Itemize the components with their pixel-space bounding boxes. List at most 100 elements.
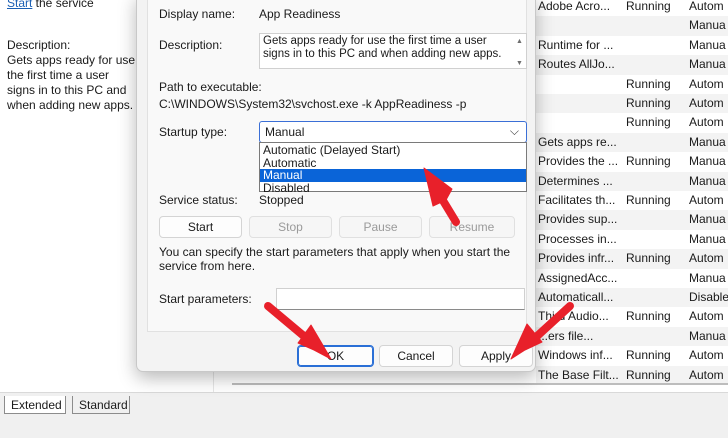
tab-extended[interactable]: Extended bbox=[4, 396, 66, 414]
chevron-down-icon[interactable]: ⌵ bbox=[510, 124, 519, 139]
service-status-cell: Running bbox=[626, 0, 671, 13]
service-startup-cell: Autom bbox=[689, 76, 724, 91]
service-status-cell: Running bbox=[626, 154, 671, 169]
service-status-cell: Running bbox=[626, 348, 671, 363]
start-parameters-note: You can specify the start parameters tha… bbox=[159, 245, 511, 273]
service-name-cell: ...ers file... bbox=[538, 328, 594, 343]
description-scrollbar[interactable]: ▲ ▼ bbox=[515, 35, 525, 67]
stop-button[interactable]: Stop bbox=[249, 216, 332, 238]
table-row[interactable]: Facilitates th... Running Autom bbox=[536, 191, 728, 210]
table-row[interactable]: Gets apps re... Manua bbox=[536, 132, 728, 153]
start-parameters-input[interactable] bbox=[276, 288, 525, 310]
service-status-cell: Running bbox=[626, 76, 671, 91]
resume-button[interactable]: Resume bbox=[429, 216, 515, 238]
table-row[interactable]: Provides the ... Running Manua bbox=[536, 152, 728, 171]
cancel-button[interactable]: Cancel bbox=[379, 345, 453, 367]
table-row[interactable]: Adobe Acro... Running Autom bbox=[536, 0, 728, 16]
path-value: C:\WINDOWS\System32\svchost.exe -k AppRe… bbox=[159, 97, 467, 111]
service-name-cell: Provides sup... bbox=[538, 212, 618, 227]
description-box[interactable]: Gets apps ready for use the first time a… bbox=[259, 33, 527, 69]
view-tabs-bar: Extended Standard bbox=[0, 392, 728, 438]
service-startup-cell: Autom bbox=[689, 251, 724, 266]
startup-type-select[interactable]: Manual ⌵ bbox=[259, 121, 527, 143]
service-status-cell: Running bbox=[626, 96, 671, 110]
table-row[interactable]: Automaticall... Disable bbox=[536, 288, 728, 308]
table-row[interactable]: Running Autom bbox=[536, 75, 728, 94]
service-name-cell: Windows inf... bbox=[538, 348, 613, 363]
service-name-cell: Routes AllJo... bbox=[538, 57, 615, 72]
option-manual[interactable]: Manual bbox=[260, 169, 526, 182]
service-name-cell: Third Audio... bbox=[538, 309, 609, 324]
table-row[interactable]: Routes AllJo... Manua bbox=[536, 55, 728, 75]
start-parameters-label: Start parameters: bbox=[159, 292, 252, 306]
service-name-cell: Provides infr... bbox=[538, 251, 615, 266]
service-startup-cell: Manua bbox=[689, 173, 726, 188]
startup-type-label: Startup type: bbox=[159, 125, 228, 139]
scroll-up-icon[interactable]: ▲ bbox=[516, 35, 523, 48]
service-status-cell: Running bbox=[626, 251, 671, 266]
service-status-cell: Running bbox=[626, 115, 671, 130]
table-row[interactable]: Provides sup... Manua bbox=[536, 210, 728, 230]
service-startup-cell: Manua bbox=[689, 37, 726, 52]
table-row[interactable]: Third Audio... Running Autom bbox=[536, 307, 728, 326]
table-row[interactable]: ...ers file... Manua bbox=[536, 326, 728, 347]
service-name-cell: Runtime for ... bbox=[538, 37, 614, 52]
service-startup-cell: Manua bbox=[689, 57, 726, 72]
service-startup-cell: Autom bbox=[689, 96, 724, 110]
tab-standard[interactable]: Standard bbox=[72, 396, 130, 414]
service-startup-cell: Autom bbox=[689, 193, 724, 207]
start-button[interactable]: Start bbox=[159, 216, 242, 238]
service-startup-cell: Manua bbox=[689, 328, 726, 343]
table-row[interactable]: Running Autom bbox=[536, 94, 728, 114]
service-name-cell: Provides the ... bbox=[538, 154, 619, 169]
table-row[interactable]: Running Autom bbox=[536, 113, 728, 132]
service-name-cell: Adobe Acro... bbox=[538, 0, 611, 13]
left-description-label: Description: bbox=[7, 38, 71, 52]
display-name-label: Display name: bbox=[159, 7, 236, 21]
service-startup-cell: Manua bbox=[689, 270, 726, 285]
service-properties-dialog: Display name: App Readiness Description:… bbox=[136, 0, 536, 372]
service-name-cell: Automaticall... bbox=[538, 290, 614, 304]
display-name-value: App Readiness bbox=[259, 7, 341, 21]
service-name-cell: Gets apps re... bbox=[538, 134, 617, 149]
service-name-cell: Facilitates th... bbox=[538, 193, 616, 207]
general-tab-panel: Display name: App Readiness Description:… bbox=[147, 0, 527, 332]
table-row[interactable]: Runtime for ... Manua bbox=[536, 36, 728, 55]
service-startup-cell: Manua bbox=[689, 134, 726, 149]
service-startup-cell: Manua bbox=[689, 212, 726, 227]
service-name-cell: Determines ... bbox=[538, 173, 613, 188]
left-details-pane: Start the service Description: Gets apps… bbox=[0, 0, 140, 392]
service-status-cell: Running bbox=[626, 309, 671, 324]
apply-button[interactable]: Apply bbox=[459, 345, 533, 367]
start-service-rest: the service bbox=[32, 0, 94, 10]
service-startup-cell: Autom bbox=[689, 348, 724, 363]
scroll-down-icon[interactable]: ▼ bbox=[516, 57, 523, 68]
table-row[interactable]: Windows inf... Running Autom bbox=[536, 346, 728, 365]
service-startup-cell: Manua bbox=[689, 231, 726, 246]
table-row[interactable]: AssignedAcc... Manua bbox=[536, 269, 728, 288]
service-name-cell: Processes in... bbox=[538, 231, 617, 246]
service-startup-cell: Autom bbox=[689, 0, 724, 13]
ok-button[interactable]: OK bbox=[297, 345, 374, 367]
service-startup-cell: Autom bbox=[689, 309, 724, 324]
startup-type-value: Manual bbox=[265, 125, 305, 139]
table-row[interactable]: Provides infr... Running Autom bbox=[536, 249, 728, 269]
service-startup-cell: Autom bbox=[689, 115, 724, 130]
service-startup-cell: Manua bbox=[689, 154, 726, 169]
horizontal-scrollbar[interactable] bbox=[232, 383, 728, 385]
service-name-cell: AssignedAcc... bbox=[538, 270, 618, 285]
pause-button[interactable]: Pause bbox=[339, 216, 422, 238]
service-startup-cell: Autom bbox=[689, 367, 724, 382]
service-status-cell: Running bbox=[626, 367, 671, 382]
option-automatic-delayed[interactable]: Automatic (Delayed Start) bbox=[260, 144, 526, 157]
start-service-line: Start the service bbox=[7, 0, 94, 10]
start-service-link[interactable]: Start bbox=[7, 0, 32, 10]
table-row[interactable]: Processes in... Manua bbox=[536, 230, 728, 249]
service-status-cell: Running bbox=[626, 193, 671, 207]
description-value: Gets apps ready for use the first time a… bbox=[263, 35, 502, 60]
table-row[interactable]: Manua bbox=[536, 16, 728, 36]
startup-type-dropdown: Automatic (Delayed Start) Automatic Manu… bbox=[259, 142, 527, 194]
left-description-text: Gets apps ready for use the first time a… bbox=[7, 53, 136, 112]
table-row[interactable]: Determines ... Manua bbox=[536, 171, 728, 191]
path-label: Path to executable: bbox=[159, 80, 262, 94]
